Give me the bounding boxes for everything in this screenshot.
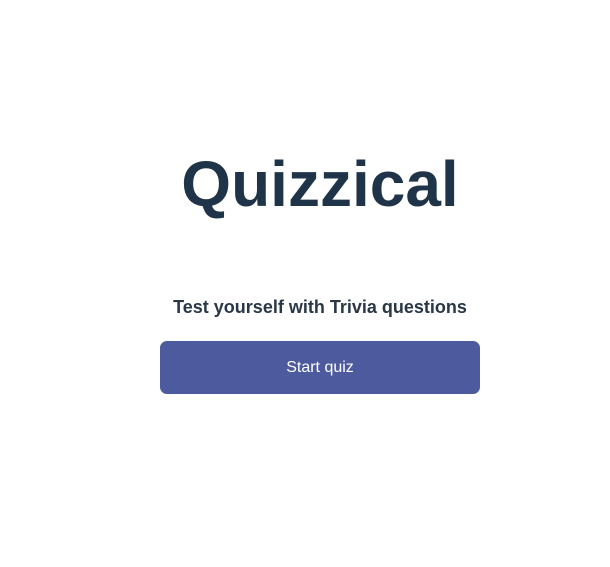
- start-screen: Quizzical Test yourself with Trivia ques…: [0, 0, 610, 567]
- app-title: Quizzical: [181, 148, 459, 220]
- app-subtitle: Test yourself with Trivia questions: [173, 297, 467, 317]
- start-quiz-button[interactable]: Start quiz: [160, 341, 480, 394]
